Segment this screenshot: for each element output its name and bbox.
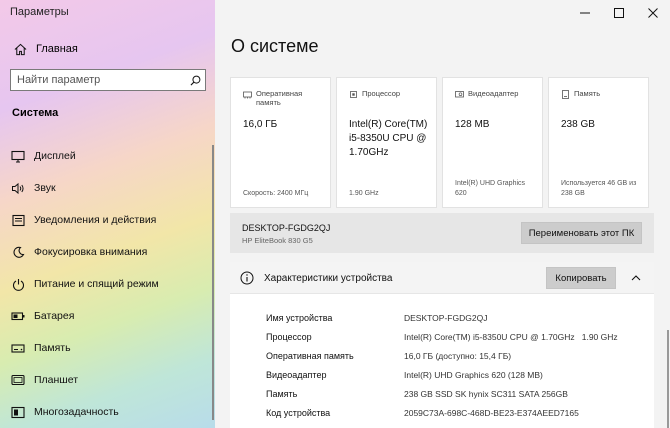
spec-value: 16,0 ГБ (доступно: 15,4 ГБ): [404, 350, 512, 361]
sidebar-item-sound[interactable]: Звук: [0, 172, 215, 204]
card-value: Intel(R) Core(TM) i5-8350U CPU @ 1.70GHz: [349, 119, 428, 158]
sidebar-item-label: Дисплей: [34, 150, 76, 162]
device-specs-list: Имя устройства DESKTOP-FGDG2QJ Процессор…: [230, 308, 654, 422]
copy-button[interactable]: Копировать: [546, 267, 616, 289]
sidebar-item-label: Уведомления и действия: [34, 214, 157, 226]
spec-row: Память 238 GB SSD SK hynix SC311 SATA 25…: [230, 384, 654, 403]
ram-icon: [243, 90, 252, 99]
card-title: Оперативная память: [256, 89, 303, 107]
tablet-icon: [10, 372, 26, 388]
search-field[interactable]: Найти параметр: [10, 69, 206, 91]
spec-key: Имя устройства: [266, 312, 333, 323]
spec-row: Видеоадаптер Intel(R) UHD Graphics 620 (…: [230, 365, 654, 384]
section-title: Система: [12, 107, 59, 119]
spec-row: Код устройства 2059C73A-698C-468D-BE23-E…: [230, 403, 654, 422]
window-title: Параметры: [10, 6, 69, 18]
device-specs-header[interactable]: Характеристики устройства Копировать: [230, 262, 654, 294]
spec-row: Имя устройства DESKTOP-FGDG2QJ: [230, 308, 654, 327]
spec-value: 2059C73A-698C-468D-BE23-E374AEED7165: [404, 407, 579, 418]
device-specs-title: Характеристики устройства: [264, 273, 393, 284]
sidebar-item-label: Батарея: [34, 310, 75, 322]
sidebar-item-label: Планшет: [34, 374, 79, 386]
card-processor: Процессор Intel(R) Core(TM) i5-8350U CPU…: [336, 77, 437, 208]
power-icon: [10, 276, 26, 292]
sidebar-item-label: Звук: [34, 182, 56, 194]
sidebar-item-label: Многозадачность: [34, 406, 119, 418]
sidebar-item-tablet[interactable]: Планшет: [0, 364, 215, 396]
sidebar-item-power[interactable]: Питание и спящий режим: [0, 268, 215, 300]
minimize-icon[interactable]: [568, 0, 602, 26]
spec-key: Видеоадаптер: [266, 369, 327, 380]
main-content: О системе Оперативная память 16,0 ГБ Ско…: [215, 0, 670, 428]
multitasking-icon: [10, 404, 26, 420]
processor-icon: [349, 90, 358, 99]
device-specs-panel: Характеристики устройства Копировать Имя…: [230, 262, 654, 428]
spec-key: Память: [266, 388, 298, 399]
info-icon: [240, 271, 254, 285]
sidebar-item-notifications[interactable]: Уведомления и действия: [0, 204, 215, 236]
sidebar-item-label: Питание и спящий режим: [34, 278, 159, 290]
sidebar-item-label: Фокусировка внимания: [34, 246, 148, 258]
storage-icon: [10, 340, 26, 356]
sidebar-item-focus-assist[interactable]: Фокусировка внимания: [0, 236, 215, 268]
card-subtext: Intel(R) UHD Graphics 620: [455, 180, 526, 197]
display-icon: [10, 148, 26, 164]
home-icon: [12, 41, 28, 57]
nav-list: Дисплей Звук Уведомления и действия Фоку…: [0, 140, 215, 428]
spec-key: Код устройства: [266, 407, 331, 418]
search-placeholder: Найти параметр: [17, 74, 101, 86]
card-value: 128 MB: [455, 119, 490, 130]
close-icon[interactable]: [636, 0, 670, 26]
card-gpu: Видеоадаптер 128 MB Intel(R) UHD Graphic…: [442, 77, 543, 208]
spec-row: Оперативная память 16,0 ГБ (доступно: 15…: [230, 346, 654, 365]
sidebar: Параметры Главная Найти параметр Система…: [0, 0, 215, 428]
card-title: Процессор: [362, 89, 401, 98]
card-subtext: Скорость: 2400 МГц: [243, 190, 309, 197]
spec-value: Intel(R) UHD Graphics 620 (128 MB): [404, 369, 543, 380]
sidebar-item-multitasking[interactable]: Многозадачность: [0, 396, 215, 428]
rename-pc-button[interactable]: Переименовать этот ПК: [521, 222, 642, 244]
sound-icon: [10, 180, 26, 196]
focus-assist-icon: [10, 244, 26, 260]
card-value: 16,0 ГБ: [243, 119, 278, 130]
card-ram: Оперативная память 16,0 ГБ Скорость: 240…: [230, 77, 331, 208]
spec-value: Intel(R) Core(TM) i5-8350U CPU @ 1.70GHz…: [404, 331, 618, 342]
chevron-up-icon[interactable]: [630, 272, 642, 284]
sidebar-item-battery[interactable]: Батарея: [0, 300, 215, 332]
sidebar-item-storage[interactable]: Память: [0, 332, 215, 364]
page-title: О системе: [231, 36, 319, 56]
pc-name: DESKTOP-FGDG2QJ: [242, 223, 331, 233]
spec-key: Оперативная память: [266, 350, 354, 361]
sidebar-item-label: Память: [34, 342, 71, 354]
sidebar-scrollbar[interactable]: [212, 145, 214, 420]
spec-value: DESKTOP-FGDG2QJ: [404, 312, 488, 323]
summary-cards: Оперативная память 16,0 ГБ Скорость: 240…: [230, 77, 649, 208]
spec-key: Процессор: [266, 331, 312, 342]
gpu-icon: [455, 90, 464, 99]
card-subtext: Используется 46 GB из 238 GB: [561, 180, 637, 197]
main-scrollbar[interactable]: [667, 330, 669, 428]
pc-model: HP EliteBook 830 G5: [242, 236, 313, 245]
pc-name-panel: DESKTOP-FGDG2QJ HP EliteBook 830 G5 Пере…: [230, 213, 654, 253]
nav-home[interactable]: Главная: [0, 38, 215, 60]
window-controls: [568, 0, 670, 26]
card-title: Видеоадаптер: [468, 89, 519, 98]
maximize-icon[interactable]: [602, 0, 636, 26]
search-icon[interactable]: [185, 70, 205, 90]
card-title: Память: [574, 89, 601, 98]
nav-home-label: Главная: [36, 43, 78, 55]
card-storage: Память 238 GB Используется 46 GB из 238 …: [548, 77, 649, 208]
notifications-icon: [10, 212, 26, 228]
sidebar-item-display[interactable]: Дисплей: [0, 140, 215, 172]
spec-value: 238 GB SSD SK hynix SC311 SATA 256GB: [404, 388, 568, 399]
card-subtext: 1.90 GHz: [349, 190, 379, 197]
storage-icon: [561, 90, 570, 99]
card-value: 238 GB: [561, 119, 595, 130]
spec-row: Процессор Intel(R) Core(TM) i5-8350U CPU…: [230, 327, 654, 346]
battery-icon: [10, 308, 26, 324]
